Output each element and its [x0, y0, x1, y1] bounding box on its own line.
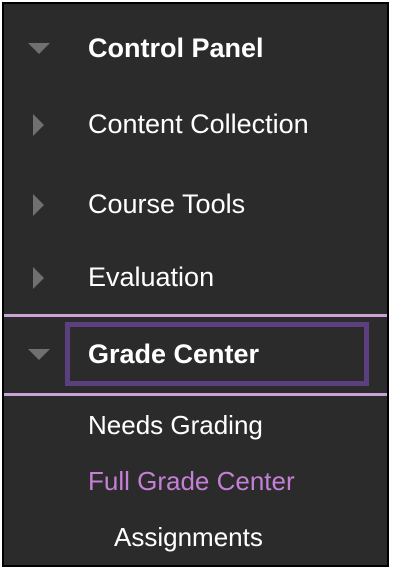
menu-item-label: Course Tools [88, 189, 246, 219]
triangle-right-icon [33, 267, 44, 289]
separator-line [4, 393, 387, 396]
submenu-item-full-grade-center[interactable]: Full Grade Center [88, 466, 295, 497]
submenu-item-needs-grading[interactable]: Needs Grading [88, 410, 263, 441]
control-panel-label: Control Panel [88, 33, 264, 63]
triangle-down-icon [28, 349, 50, 360]
menu-item-label: Content Collection [88, 109, 309, 139]
control-panel-header[interactable]: Control Panel [4, 24, 387, 74]
separator-line [4, 314, 387, 317]
submenu-item-assignments[interactable]: Assignments [114, 522, 263, 553]
menu-item-content-collection[interactable]: Content Collection [4, 100, 387, 150]
menu-item-evaluation[interactable]: Evaluation [4, 253, 387, 303]
menu-item-course-tools[interactable]: Course Tools [4, 180, 387, 230]
grade-center-header[interactable]: Grade Center [4, 330, 387, 380]
grade-center-label: Grade Center [88, 339, 260, 369]
triangle-right-icon [33, 114, 44, 136]
menu-item-label: Evaluation [88, 262, 215, 292]
triangle-down-icon [28, 43, 50, 54]
control-panel-menu: Control Panel Content Collection Course … [2, 2, 389, 567]
triangle-right-icon [33, 194, 44, 216]
